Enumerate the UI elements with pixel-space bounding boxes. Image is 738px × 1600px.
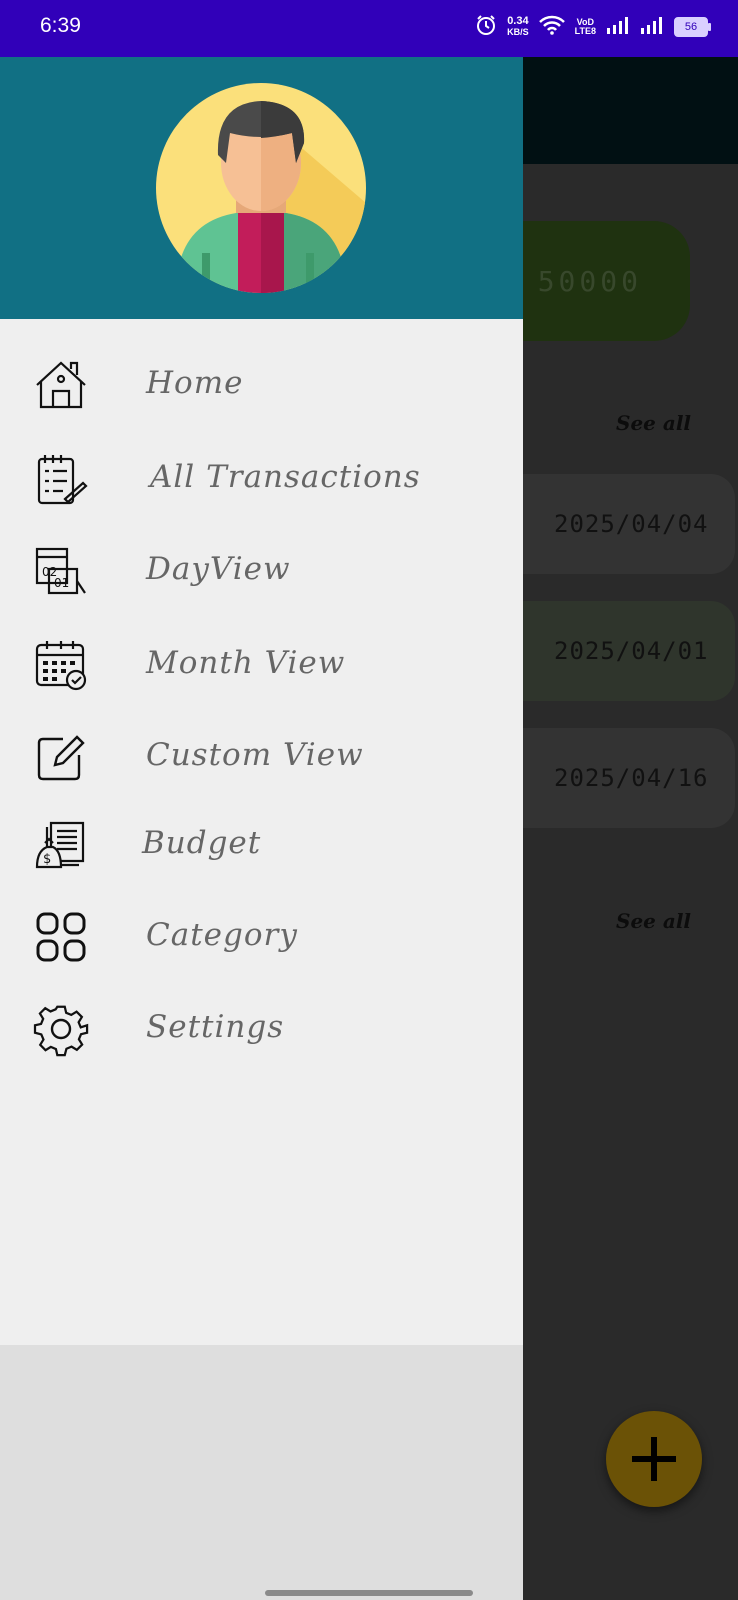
menu-item-dayview[interactable]: 02 01 DayView [0,531,523,611]
drawer-footer [0,1345,523,1600]
menu-item-custom-view[interactable]: Custom View [0,717,523,797]
add-transaction-button[interactable] [606,1411,702,1507]
transaction-card: 2025/04/01 [490,601,735,701]
month-calendar-icon [35,641,87,691]
menu-item-month-view[interactable]: Month View [0,625,523,705]
status-time: 6:39 [40,14,81,37]
menu-item-budget[interactable]: $ Budget [0,805,523,885]
menu-item-home[interactable]: Home [0,345,523,425]
wifi-icon [538,15,565,39]
navigation-drawer: Home All Transactions 02 01 DayView Mont… [0,57,523,1600]
speed-unit: KB/S [507,27,529,37]
menu-label: Month View [146,645,346,681]
grid-icon [36,912,86,962]
battery-icon: 56 [674,17,711,37]
gesture-nav-bar[interactable] [265,1590,473,1596]
menu-label: Custom View [146,737,364,773]
menu-item-all-transactions[interactable]: All Transactions [0,439,523,519]
transaction-date: 2025/04/04 [554,510,709,538]
menu-label: Home [146,365,244,401]
see-all-link: See all [616,909,692,933]
signal-icon [606,16,630,38]
gear-icon [33,1005,89,1057]
balance-amount: 50000 [537,265,642,298]
drawer-header [0,57,523,319]
status-bar: 6:39 0.34 KB/S VoD LTE8 56 [0,0,738,57]
signal-icon [640,16,664,38]
transaction-date: 2025/04/01 [554,637,709,665]
svg-text:01: 01 [54,576,69,590]
budget-book-icon: $ [35,821,85,869]
menu-label: All Transactions [150,459,421,495]
transaction-card: 2025/04/04 [490,474,735,574]
menu-item-settings[interactable]: Settings [0,989,523,1069]
svg-text:$: $ [43,852,51,867]
menu-label: Settings [146,1009,285,1045]
menu-label: Category [146,917,298,953]
menu-item-category[interactable]: Category [0,897,523,977]
see-all-link: See all [616,411,692,435]
house-icon [36,361,86,409]
alarm-icon [475,14,497,40]
edit-icon [37,735,85,781]
plus-icon [632,1437,676,1481]
user-avatar-icon [156,83,366,293]
status-icons: 0.34 KB/S VoD LTE8 56 [475,14,711,40]
menu-label: DayView [146,551,291,587]
network-type-bottom: LTE8 [574,26,596,36]
day-calendar-icon: 02 01 [35,547,86,595]
network-speed: 0.34 KB/S [507,16,529,38]
transaction-card: 2025/04/16 [490,728,735,828]
speed-value: 0.34 [507,15,529,27]
transaction-date: 2025/04/16 [554,764,709,792]
network-type: VoD LTE8 [575,18,596,36]
checklist-icon [37,455,88,505]
menu-label: Budget [142,825,262,861]
